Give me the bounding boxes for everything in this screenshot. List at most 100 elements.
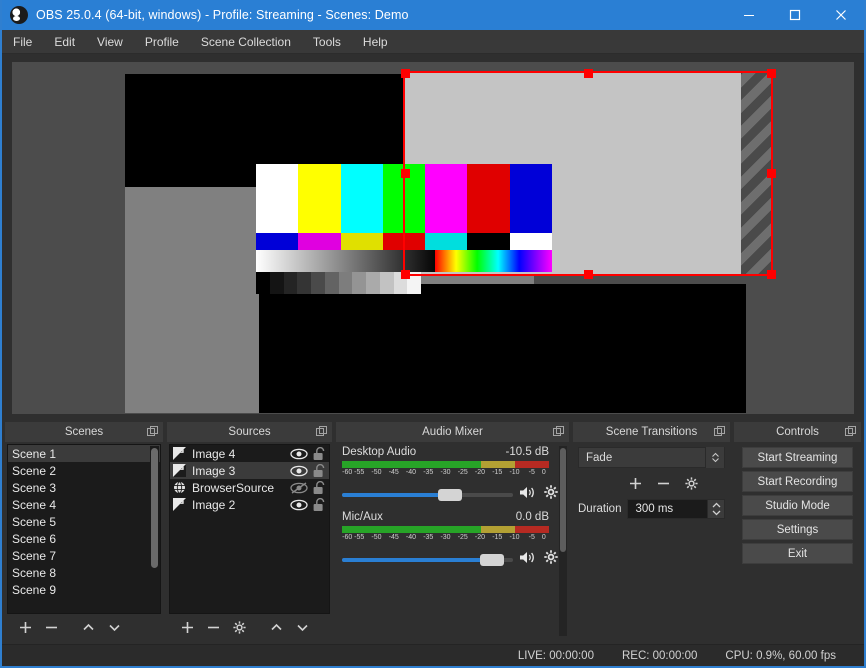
menu-profile[interactable]: Profile (134, 30, 190, 54)
transition-select[interactable]: Fade (578, 447, 725, 468)
close-icon[interactable] (818, 0, 864, 30)
mixer-scrollbar-thumb[interactable] (560, 448, 566, 552)
scene-list-item[interactable]: Scene 2 (8, 462, 160, 479)
source-list-item[interactable]: Image 4 (170, 445, 329, 462)
undock-icon[interactable] (316, 426, 327, 437)
duration-stepper[interactable] (707, 499, 725, 519)
lock-open-icon[interactable] (309, 446, 329, 461)
source-list-item[interactable]: Image 2 (170, 496, 329, 513)
transition-select-value: Fade (586, 451, 613, 464)
volume-slider[interactable] (342, 487, 513, 503)
lock-open-icon[interactable] (309, 480, 329, 495)
menu-edit[interactable]: Edit (43, 30, 86, 54)
controls-title-label: Controls (776, 426, 819, 438)
add-source-button[interactable] (175, 616, 199, 638)
scenes-list[interactable]: Scene 1 Scene 2 Scene 3 Scene 4 Scene 5 Scene… (7, 444, 161, 614)
scene-list-item[interactable]: Scene 4 (8, 496, 160, 513)
scene-list-item[interactable]: Scene 1 (8, 445, 160, 462)
exit-button[interactable]: Exit (742, 543, 853, 564)
undock-icon[interactable] (553, 426, 564, 437)
sources-list[interactable]: Image 4 Image 3 BrowserSource Image 2 (169, 444, 330, 614)
source-item-label: BrowserSource (192, 480, 275, 495)
meter-tick-label: -30 (440, 469, 451, 476)
image-source-icon (173, 447, 186, 460)
mixer-track-header: Mic/Aux 0.0 dB (342, 511, 565, 523)
source-item-label: Image 3 (192, 463, 236, 478)
lower-bar-white (509, 233, 552, 250)
studio-mode-button[interactable]: Studio Mode (742, 495, 853, 516)
duration-value: 300 ms (635, 503, 674, 515)
scenes-scrollbar[interactable] (150, 446, 159, 612)
meter-tick-label: -45 (388, 534, 399, 541)
eye-visible-icon[interactable] (289, 465, 309, 477)
maximize-icon[interactable] (772, 0, 818, 30)
scene-list-item[interactable]: Scene 7 (8, 547, 160, 564)
meter-tick-label: -55 (354, 534, 365, 541)
eye-visible-icon[interactable] (289, 499, 309, 511)
scene-item-label: Scene 5 (12, 514, 57, 529)
lock-open-icon[interactable] (309, 463, 329, 478)
meter-tick-label: -55 (354, 469, 365, 476)
updown-arrows-icon[interactable] (705, 447, 724, 468)
volume-slider[interactable] (342, 552, 513, 568)
mute-speaker-icon[interactable] (519, 550, 537, 570)
meter-tick-label: -20 (474, 534, 486, 541)
meter-tick-label: -60 (342, 469, 353, 476)
transition-properties-button[interactable] (679, 472, 703, 494)
duration-input[interactable]: 300 ms (627, 499, 725, 519)
lower-bar-black (467, 233, 510, 250)
source-list-item[interactable]: BrowserSource (170, 479, 329, 496)
minimize-icon[interactable] (726, 0, 772, 30)
mixer-title-label: Audio Mixer (422, 426, 483, 438)
move-scene-up-button[interactable] (76, 616, 100, 638)
gray-step-5 (324, 272, 339, 294)
scene-list-item[interactable]: Scene 9 (8, 581, 160, 598)
add-scene-button[interactable] (13, 616, 37, 638)
mixer-track-header: Desktop Audio -10.5 dB (342, 446, 565, 458)
menu-scene-collection[interactable]: Scene Collection (190, 30, 302, 54)
undock-icon[interactable] (845, 426, 856, 437)
move-source-down-button[interactable] (290, 616, 314, 638)
remove-transition-button[interactable] (651, 472, 675, 494)
scene-list-item[interactable]: Scene 8 (8, 564, 160, 581)
start-recording-button[interactable]: Start Recording (742, 471, 853, 492)
eye-visible-icon[interactable] (289, 448, 309, 460)
scene-item-label: Scene 2 (12, 463, 57, 478)
mute-speaker-icon[interactable] (519, 485, 537, 505)
move-scene-down-button[interactable] (102, 616, 126, 638)
undock-icon[interactable] (714, 426, 725, 437)
start-streaming-button[interactable]: Start Streaming (742, 447, 853, 468)
lock-open-icon[interactable] (309, 497, 329, 512)
scene-list-item[interactable]: Scene 3 (8, 479, 160, 496)
scenes-toolbar (7, 614, 161, 640)
meter-tick-label: -25 (457, 534, 468, 541)
mixer-volume-row (342, 549, 565, 570)
preview-canvas[interactable] (12, 62, 854, 414)
source-list-item[interactable]: Image 3 (170, 462, 329, 479)
mixer-settings-gear-icon[interactable] (543, 549, 559, 570)
remove-source-button[interactable] (201, 616, 225, 638)
mixer-scrollbar[interactable] (559, 446, 567, 636)
mixer-level-meter (342, 526, 549, 533)
settings-button[interactable]: Settings (742, 519, 853, 540)
remove-scene-button[interactable] (39, 616, 63, 638)
menu-file[interactable]: File (2, 30, 43, 54)
source-properties-button[interactable] (227, 616, 251, 638)
add-transition-button[interactable] (623, 472, 647, 494)
move-source-up-button[interactable] (264, 616, 288, 638)
controls-dock-title: Controls (734, 422, 861, 442)
undock-icon[interactable] (147, 426, 158, 437)
mixer-settings-gear-icon[interactable] (543, 484, 559, 505)
scene-list-item[interactable]: Scene 6 (8, 530, 160, 547)
test-pattern-gray-steps (256, 272, 421, 294)
gray-step-7 (352, 272, 366, 294)
scene-list-item[interactable]: Scene 5 (8, 513, 160, 530)
menu-tools[interactable]: Tools (302, 30, 352, 54)
menu-help[interactable]: Help (352, 30, 399, 54)
eye-hidden-icon[interactable] (289, 481, 309, 494)
meter-tick-label: 0 (541, 469, 546, 476)
scenes-scrollbar-thumb[interactable] (151, 448, 158, 568)
mixer-dock-body: Desktop Audio -10.5 dB -60 -55 -50 -45 -40 -35-… (336, 442, 569, 640)
menu-view[interactable]: View (86, 30, 134, 54)
scene-item-label: Scene 4 (12, 497, 57, 512)
